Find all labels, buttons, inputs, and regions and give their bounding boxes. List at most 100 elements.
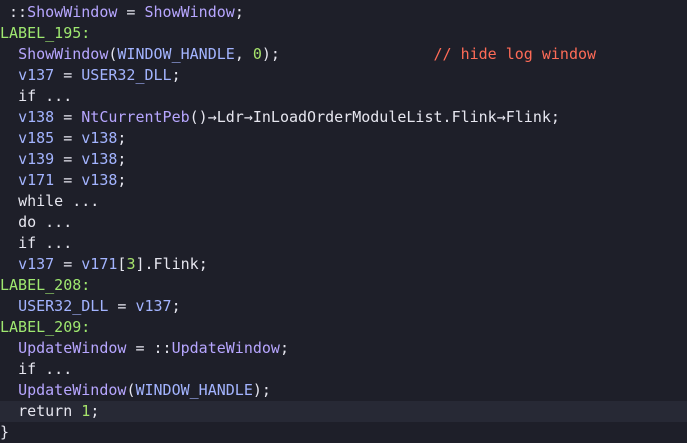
code-token: while [18, 192, 64, 210]
code-token: ; [279, 339, 289, 357]
code-token: Flink [153, 255, 199, 273]
code-editor[interactable]: ::ShowWindow = ShowWindow; LABEL_195: Sho… [0, 0, 687, 441]
code-token: = [54, 171, 82, 189]
code-token: ; [90, 402, 100, 420]
code-token: InLoadOrderModuleList [252, 108, 443, 126]
code-token: return [18, 402, 73, 420]
code-token: 1 [81, 402, 91, 420]
code-line[interactable]: UpdateWindow(WINDOW_HANDLE); [0, 380, 687, 401]
code-line[interactable]: if ... [0, 359, 687, 380]
code-token: v139 [18, 150, 55, 168]
code-token: v138 [81, 129, 118, 147]
code-line[interactable]: v185 = v138; [0, 128, 687, 149]
code-token: if [18, 234, 37, 252]
code-token: = [54, 66, 82, 84]
code-token: ShowWindow [27, 3, 118, 21]
code-token: : [81, 318, 91, 336]
code-token: : [81, 276, 91, 294]
code-token: v171 [81, 255, 118, 273]
code-token: = [54, 129, 82, 147]
code-token: v137 [18, 255, 55, 273]
code-token: WINDOW_HANDLE [135, 381, 253, 399]
code-token: ShowWindow [144, 3, 235, 21]
code-token: v137 [135, 297, 172, 315]
code-token: Flink [505, 108, 551, 126]
code-token: , [234, 45, 253, 63]
code-token: v138 [81, 171, 118, 189]
code-token: LABEL_195 [0, 24, 82, 42]
code-line[interactable]: LABEL_195: [0, 23, 687, 44]
code-token: ... [36, 360, 73, 378]
code-line[interactable]: while ... [0, 191, 687, 212]
code-token: ; [198, 255, 208, 273]
code-token: UpdateWindow [18, 339, 127, 357]
code-token: LABEL_209 [0, 318, 82, 336]
code-token: if [18, 360, 37, 378]
code-token: ]. [135, 255, 154, 273]
code-token: ... [36, 234, 73, 252]
code-line[interactable]: if ... [0, 86, 687, 107]
code-token: → [496, 108, 506, 126]
code-line[interactable]: USER32_DLL = v137; [0, 296, 687, 317]
code-token: if [18, 87, 37, 105]
code-token: = [54, 150, 82, 168]
code-token: 0 [252, 45, 262, 63]
code-line[interactable]: v137 = v171[3].Flink; [0, 254, 687, 275]
code-line[interactable]: ShowWindow(WINDOW_HANDLE, 0); // hide lo… [0, 44, 687, 65]
code-token: = [126, 339, 154, 357]
code-line[interactable]: v171 = v138; [0, 170, 687, 191]
code-line[interactable]: LABEL_208: [0, 275, 687, 296]
code-token: ; [171, 297, 181, 315]
code-token: WINDOW_HANDLE [117, 45, 235, 63]
code-token: USER32_DLL [81, 66, 172, 84]
code-token: LABEL_208 [0, 276, 82, 294]
code-token: ShowWindow [18, 45, 109, 63]
code-token: :: [0, 3, 28, 21]
code-token: . [442, 108, 452, 126]
code-token: v185 [18, 129, 55, 147]
code-line[interactable]: return 1; [0, 401, 687, 422]
code-token: ; [550, 108, 560, 126]
code-token: ); [252, 381, 271, 399]
code-token: } [0, 423, 10, 441]
code-token: = [108, 297, 136, 315]
code-token: = [117, 3, 145, 21]
code-line[interactable]: UpdateWindow = ::UpdateWindow; [0, 338, 687, 359]
code-line[interactable]: do ... [0, 212, 687, 233]
code-line[interactable]: v138 = NtCurrentPeb()→Ldr → InLoadOrderMod… [0, 107, 687, 128]
code-token: ; [171, 66, 181, 84]
code-line[interactable]: if ... [0, 233, 687, 254]
code-token: v138 [18, 108, 55, 126]
code-token: ); [261, 45, 280, 63]
code-token: ; [234, 3, 244, 21]
code-token: ()→ [189, 108, 217, 126]
code-line[interactable]: v137 = USER32_DLL; [0, 65, 687, 86]
code-line[interactable]: v139 = v138; [0, 149, 687, 170]
code-token: Ldr [216, 108, 244, 126]
code-token: = [54, 108, 82, 126]
code-token: do [18, 213, 37, 231]
code-line[interactable]: ::ShowWindow = ShowWindow; [0, 2, 687, 23]
code-token: USER32_DLL [18, 297, 109, 315]
code-token: NtCurrentPeb [81, 108, 190, 126]
code-token: UpdateWindow [171, 339, 280, 357]
code-line[interactable]: } [0, 422, 687, 443]
code-token: ; [117, 129, 127, 147]
code-token: v171 [18, 171, 55, 189]
code-line[interactable]: LABEL_209: [0, 317, 687, 338]
